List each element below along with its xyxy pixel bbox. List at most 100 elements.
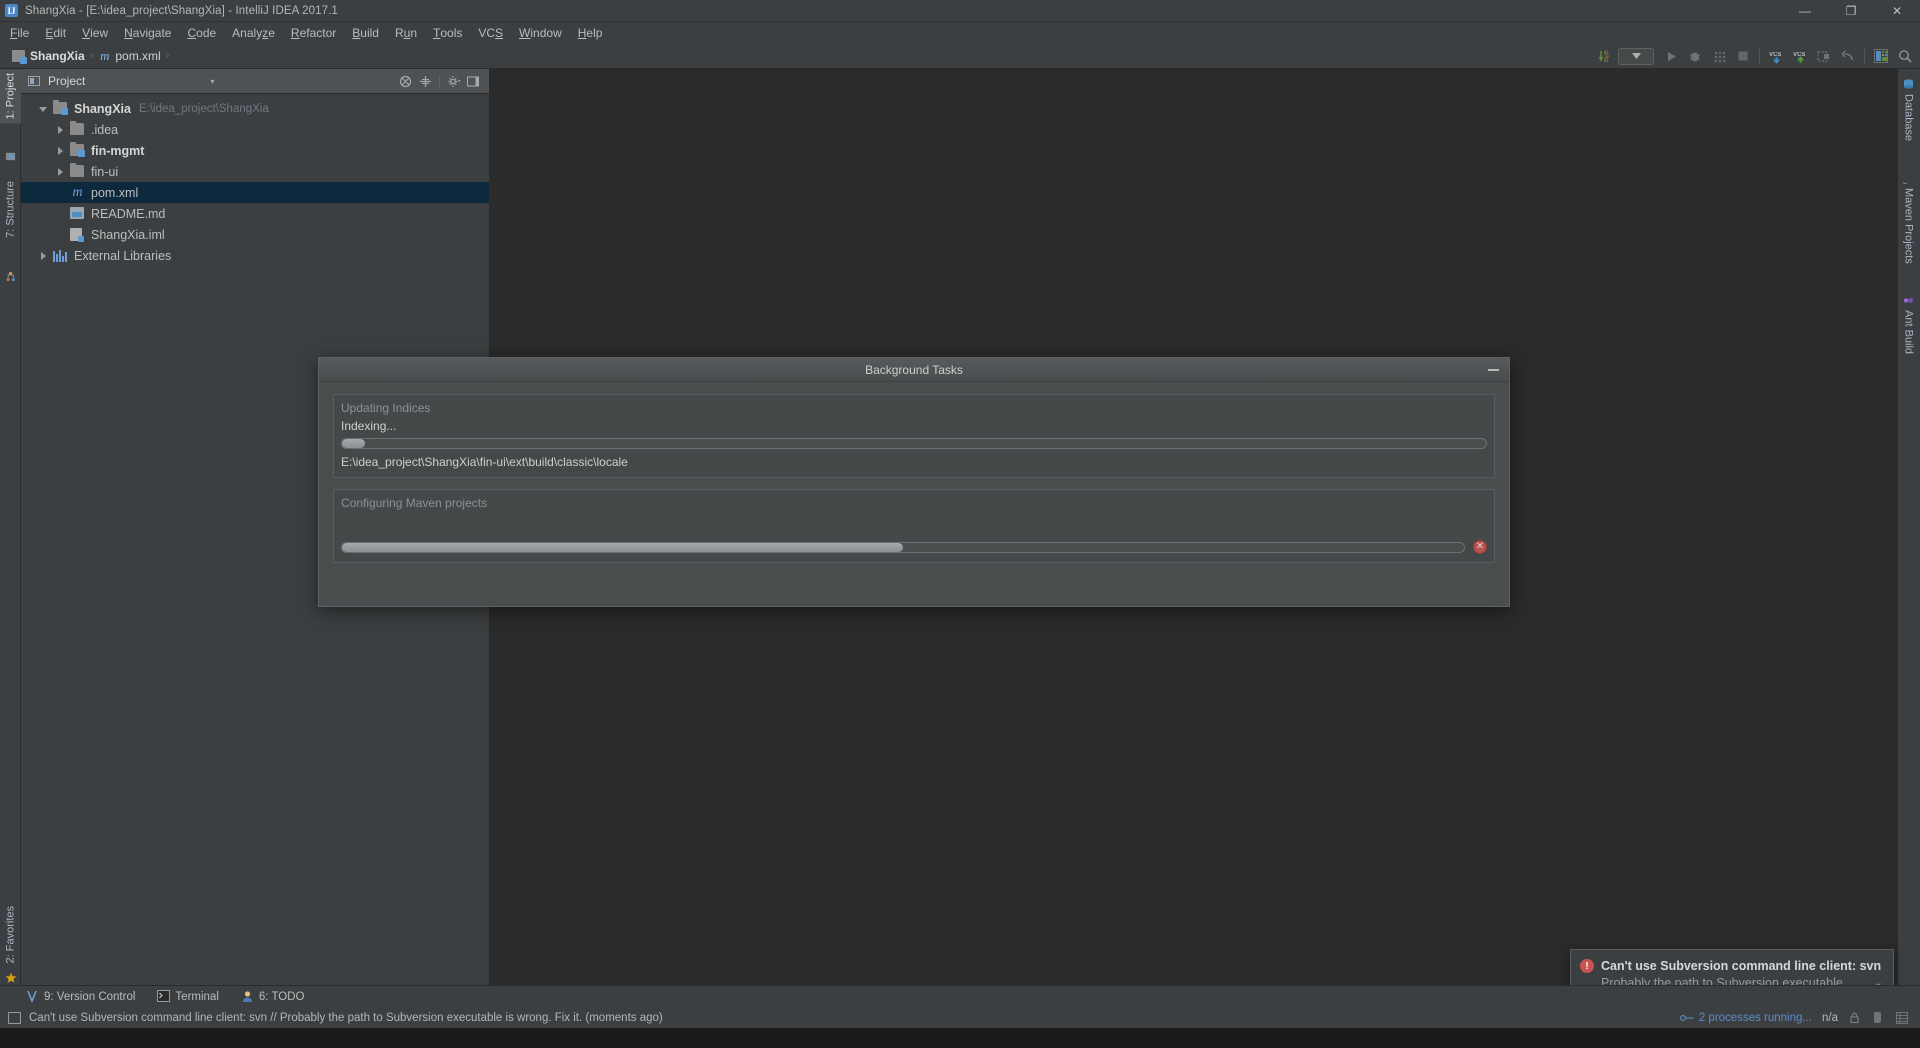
sidebar-item-structure[interactable]: 7: Structure <box>0 177 21 242</box>
menu-item-run[interactable]: Run <box>387 23 425 42</box>
menu-item-window[interactable]: Window <box>511 23 570 42</box>
chevron-right-icon[interactable] <box>56 125 66 135</box>
scroll-from-source-icon[interactable] <box>417 73 434 90</box>
menu-item-tools[interactable]: Tools <box>425 23 470 42</box>
menu-item-vcs[interactable]: VC S <box>470 23 511 42</box>
chevron-down-icon[interactable] <box>39 104 49 114</box>
menu-item-edit[interactable]: Edit <box>37 23 74 42</box>
background-tasks-dialog[interactable]: Background Tasks Updating Indices Indexi… <box>318 357 1510 607</box>
folder-icon <box>70 162 85 179</box>
sidebar-item-project[interactable]: 1: Project <box>0 69 21 124</box>
menu-item-build[interactable]: Build <box>344 23 387 42</box>
tree-node-fin-mgmt[interactable]: fin-mgmt <box>21 140 489 161</box>
sidebar-item-terminal[interactable]: Terminal <box>157 990 219 1003</box>
todo-icon <box>241 990 254 1003</box>
coverage-icon[interactable] <box>1708 45 1730 67</box>
maven-file-icon: m <box>100 47 110 63</box>
sidebar-item-favorites[interactable]: 2: Favorites <box>0 902 21 967</box>
svg-text:VCS: VCS <box>1793 52 1805 58</box>
project-icon <box>5 152 16 161</box>
menu-item-view[interactable]: View <box>74 23 116 42</box>
chevron-right-icon[interactable] <box>56 167 66 177</box>
breadcrumb-file-label: pom.xml <box>115 48 161 63</box>
task-spacer <box>341 514 1487 540</box>
tree-node--idea[interactable]: .idea <box>21 119 489 140</box>
maven-progress-bar <box>341 541 1465 553</box>
close-button[interactable]: ✕ <box>1874 0 1920 22</box>
module-folder-icon <box>70 141 85 158</box>
vcs-commit-icon[interactable]: VCS <box>1789 45 1811 67</box>
lock-icon[interactable] <box>1848 1011 1862 1025</box>
layout-icon[interactable] <box>1896 1011 1910 1025</box>
dialog-body: Updating Indices Indexing... E:\idea_pro… <box>319 382 1509 586</box>
os-taskbar-strip <box>0 1028 1920 1048</box>
breadcrumb-file[interactable]: m pom.xml <box>94 48 164 64</box>
tool-window-label-maven: Maven Projects <box>1902 188 1915 264</box>
task-progress-row: ✕ <box>341 540 1487 554</box>
run-icon[interactable] <box>1660 45 1682 67</box>
tool-window-label-database: Database <box>1902 94 1915 142</box>
status-message[interactable]: Can't use Subversion command line client… <box>29 1012 663 1024</box>
breadcrumb-project-label: ShangXia <box>30 48 85 63</box>
debug-icon[interactable] <box>1684 45 1706 67</box>
chevron-down-icon[interactable]: ▾ <box>210 77 214 86</box>
menu-item-navigate[interactable]: Navigate <box>116 23 179 42</box>
vcs-history-icon[interactable] <box>1813 45 1835 67</box>
tree-node-shangxia-iml[interactable]: ShangXia.iml <box>21 224 489 245</box>
tree-node-path: E:\idea_project\ShangXia <box>138 102 269 115</box>
tree-node-label: pom.xml <box>91 185 139 200</box>
chevron-right-icon[interactable] <box>56 146 66 156</box>
task-detail-path: E:\idea_project\ShangXia\fin-ui\ext\buil… <box>341 455 628 469</box>
binary-toggle-icon[interactable]: 01 10 01 <box>1594 45 1616 67</box>
menu-item-analyze[interactable]: Analy z e <box>224 23 283 42</box>
rollback-icon[interactable] <box>1837 45 1859 67</box>
run-configuration-dropdown[interactable] <box>1618 47 1654 65</box>
sidebar-item-database[interactable]: Database <box>1897 75 1920 145</box>
ant-icon <box>1904 298 1913 303</box>
toolbar-divider-2 <box>1864 48 1865 64</box>
tree-node-shangxia[interactable]: ShangXia E:\idea_project\ShangXia <box>21 98 489 119</box>
processes-running[interactable]: 2 processes running... <box>1679 1011 1812 1024</box>
app-logo-icon: IJ <box>5 4 18 17</box>
sidebar-item-ant-build[interactable]: Ant Build <box>1897 291 1920 358</box>
task-name: Updating Indices <box>341 401 431 415</box>
maximize-button[interactable]: ❐ <box>1828 0 1874 22</box>
sidebar-item-maven-projects[interactable]: m Maven Projects <box>1897 169 1920 268</box>
structure-tool-icon-holder <box>0 267 21 290</box>
bottom-tool-bar: 9: Version Control Terminal 6: TODO <box>0 985 1920 1007</box>
menu-bar: File Edit View Navigate Code Analy z e Refactor B… <box>0 22 1920 43</box>
settings-gear-icon[interactable] <box>445 73 462 90</box>
tool-window-label-project: 1: Project <box>4 73 17 120</box>
memory-indicator[interactable]: n/a <box>1822 1012 1838 1024</box>
svg-text:m: m <box>1903 182 1910 184</box>
maven-progress-fill <box>342 542 903 552</box>
sidebar-item-version-control[interactable]: 9: Version Control <box>26 990 135 1004</box>
tree-node-readme-md[interactable]: README.md <box>21 203 489 224</box>
processes-label: 2 processes running... <box>1698 1011 1812 1024</box>
menu-item-help[interactable]: Help <box>570 23 611 42</box>
dialog-title-bar[interactable]: Background Tasks <box>319 358 1509 382</box>
tree-node-pom-xml[interactable]: m pom.xml <box>21 182 489 203</box>
minimize-button[interactable]: — <box>1782 0 1828 22</box>
search-everywhere-icon[interactable] <box>1894 45 1916 67</box>
menu-item-code[interactable]: Code <box>179 23 224 42</box>
maven-icon: m <box>1903 182 1910 184</box>
sidebar-item-todo[interactable]: 6: TODO <box>241 990 304 1003</box>
settings-layout-icon[interactable] <box>1870 45 1892 67</box>
vcs-update-icon[interactable]: VCS <box>1765 45 1787 67</box>
memory-bar-icon[interactable] <box>1872 1011 1886 1025</box>
menu-item-refactor[interactable]: Refactor <box>283 23 344 42</box>
stop-icon[interactable] <box>1732 45 1754 67</box>
markdown-file-icon <box>70 206 85 221</box>
tree-node-fin-ui[interactable]: fin-ui <box>21 161 489 182</box>
menu-item-file[interactable]: File <box>2 23 37 42</box>
hide-panel-icon[interactable] <box>465 73 482 90</box>
breadcrumb-separator-2: › <box>165 49 170 62</box>
collapse-all-icon[interactable] <box>397 73 414 90</box>
cancel-task-button[interactable]: ✕ <box>1473 540 1487 554</box>
tree-node-external-libraries[interactable]: External Libraries <box>21 245 489 266</box>
dialog-minimize-button[interactable] <box>1488 368 1499 371</box>
chevron-right-icon[interactable] <box>39 251 49 261</box>
breadcrumb-project[interactable]: ShangXia <box>8 48 89 64</box>
